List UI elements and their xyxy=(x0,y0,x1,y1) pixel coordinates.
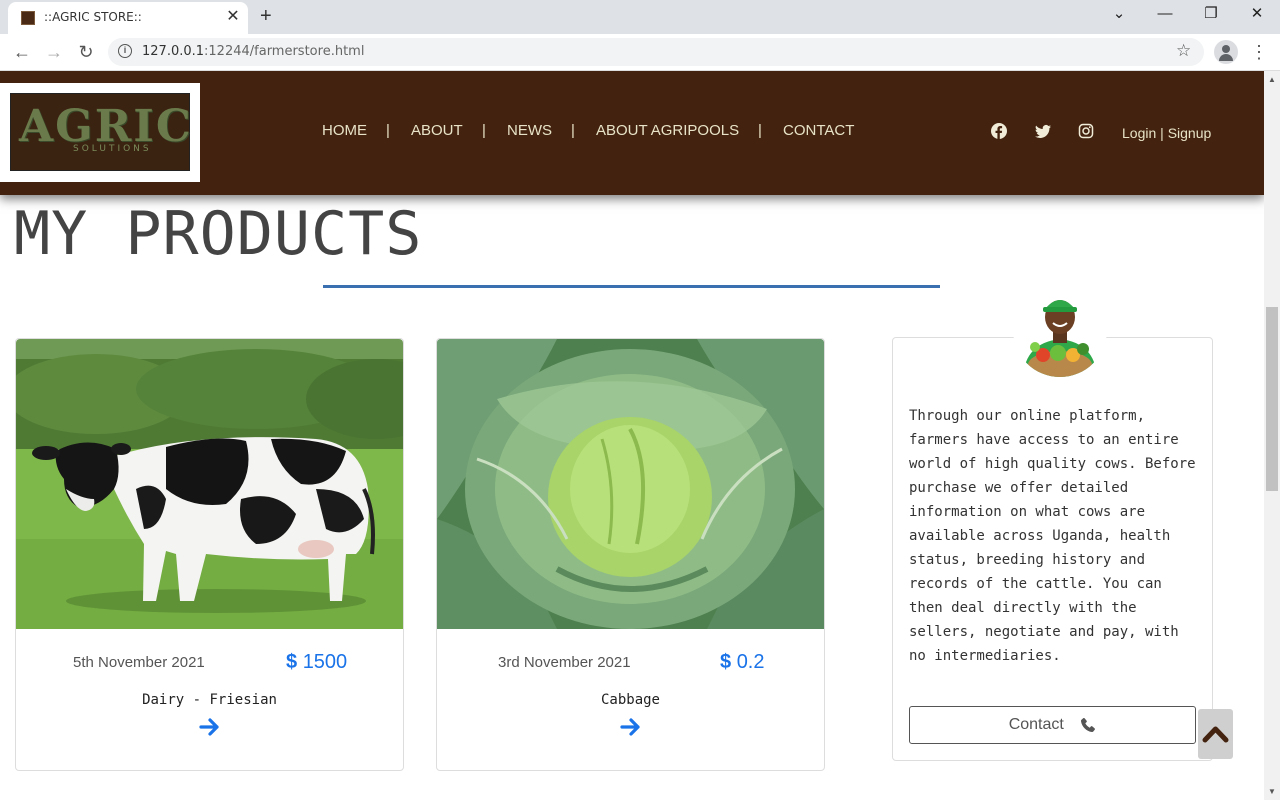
product-price: $ 0.2 xyxy=(720,651,765,674)
close-window-icon[interactable]: ✕ xyxy=(1242,4,1272,24)
product-date: 3rd November 2021 xyxy=(498,654,631,671)
back-to-top-button[interactable] xyxy=(1198,709,1233,759)
logo-subtext: SOLUTIONS xyxy=(73,144,152,154)
info-text: Through our online platform, farmers hav… xyxy=(909,408,1196,664)
address-bar[interactable]: i 127.0.0.1:12244/farmerstore.html ☆ xyxy=(108,38,1204,66)
nav-separator: | xyxy=(386,122,390,139)
title-underline xyxy=(323,285,940,288)
tab-title: ::AGRIC STORE:: xyxy=(44,10,142,24)
site-favicon-icon xyxy=(21,11,35,25)
product-name: Dairy - Friesian xyxy=(142,692,277,708)
nav-home[interactable]: HOME xyxy=(322,122,367,140)
bookmark-star-icon[interactable]: ☆ xyxy=(1176,41,1191,61)
scroll-up-icon[interactable]: ▲ xyxy=(1268,75,1276,84)
site-header: AGRIC SOLUTIONS HOME | ABOUT | NEWS | AB… xyxy=(0,71,1264,195)
instagram-icon[interactable] xyxy=(1078,123,1094,139)
nav-about[interactable]: ABOUT xyxy=(411,122,463,140)
reload-icon[interactable]: ↻ xyxy=(74,40,98,64)
cow-image xyxy=(16,339,403,629)
farmer-avatar xyxy=(1013,283,1107,377)
url-host: 127.0.0.1 xyxy=(142,44,205,59)
profile-icon[interactable] xyxy=(1214,40,1238,64)
forward-icon[interactable]: → xyxy=(42,40,66,64)
tab-close-icon[interactable]: ✕ xyxy=(224,7,242,27)
facebook-icon[interactable] xyxy=(991,123,1007,139)
contact-label: Contact xyxy=(1008,716,1064,733)
arrow-right-icon[interactable] xyxy=(619,715,643,739)
browser-menu-icon[interactable]: ⋮ xyxy=(1250,40,1268,64)
twitter-icon[interactable] xyxy=(1035,123,1051,139)
scrollbar-thumb[interactable] xyxy=(1266,307,1278,491)
browser-tabstrip: ::AGRIC STORE:: ✕ + ⌄ — ❐ ✕ xyxy=(0,0,1280,34)
info-card: Through our online platform, farmers hav… xyxy=(892,337,1213,761)
url-text: 127.0.0.1:12244/farmerstore.html xyxy=(142,44,364,59)
arrow-right-icon[interactable] xyxy=(198,715,222,739)
site-logo[interactable]: AGRIC SOLUTIONS xyxy=(0,83,200,182)
minimize-icon[interactable]: — xyxy=(1150,4,1180,24)
product-card[interactable]: 3rd November 2021 $ 0.2 Cabbage xyxy=(436,338,825,771)
chevron-up-icon xyxy=(1202,726,1229,743)
scroll-down-icon[interactable]: ▼ xyxy=(1268,787,1276,796)
page-scrollbar[interactable]: ▲ ▼ xyxy=(1264,71,1280,800)
dollar-icon: $ xyxy=(720,651,732,673)
restore-icon[interactable]: ❐ xyxy=(1196,4,1226,24)
product-card[interactable]: 5th November 2021 $ 1500 Dairy - Friesia… xyxy=(15,338,404,771)
dollar-icon: $ xyxy=(286,651,298,673)
auth-separator: | xyxy=(1160,125,1164,141)
logo-image: AGRIC SOLUTIONS xyxy=(10,93,191,171)
tab-search-icon[interactable]: ⌄ xyxy=(1104,4,1134,24)
site-info-icon[interactable]: i xyxy=(118,44,132,58)
back-icon[interactable]: ← xyxy=(10,40,34,64)
phone-icon xyxy=(1081,717,1096,732)
contact-button[interactable]: Contact xyxy=(909,706,1196,744)
nav-about-agripools[interactable]: ABOUT AGRIPOOLS xyxy=(596,122,739,140)
nav-separator: | xyxy=(571,122,575,139)
nav-contact[interactable]: CONTACT xyxy=(783,122,854,140)
product-price-value: 1500 xyxy=(302,651,348,673)
url-path: :12244/farmerstore.html xyxy=(204,44,365,59)
page-viewport: AGRIC SOLUTIONS HOME | ABOUT | NEWS | AB… xyxy=(0,71,1264,800)
nav-separator: | xyxy=(482,122,486,139)
browser-tab[interactable]: ::AGRIC STORE:: ✕ xyxy=(8,2,248,34)
nav-separator: | xyxy=(758,122,762,139)
product-price-value: 0.2 xyxy=(736,651,765,673)
product-date: 5th November 2021 xyxy=(73,654,205,671)
auth-links: Login | Signup xyxy=(1122,124,1211,142)
product-price: $ 1500 xyxy=(286,651,347,674)
login-link[interactable]: Login xyxy=(1122,124,1156,142)
signup-link[interactable]: Signup xyxy=(1168,124,1212,142)
cabbage-image xyxy=(437,339,824,629)
browser-toolbar: ← → ↻ i 127.0.0.1:12244/farmerstore.html… xyxy=(0,34,1280,71)
new-tab-icon[interactable]: + xyxy=(260,5,272,27)
nav-news[interactable]: NEWS xyxy=(507,122,552,140)
page-title: MY PRODUCTS xyxy=(14,199,423,269)
product-name: Cabbage xyxy=(600,692,660,708)
